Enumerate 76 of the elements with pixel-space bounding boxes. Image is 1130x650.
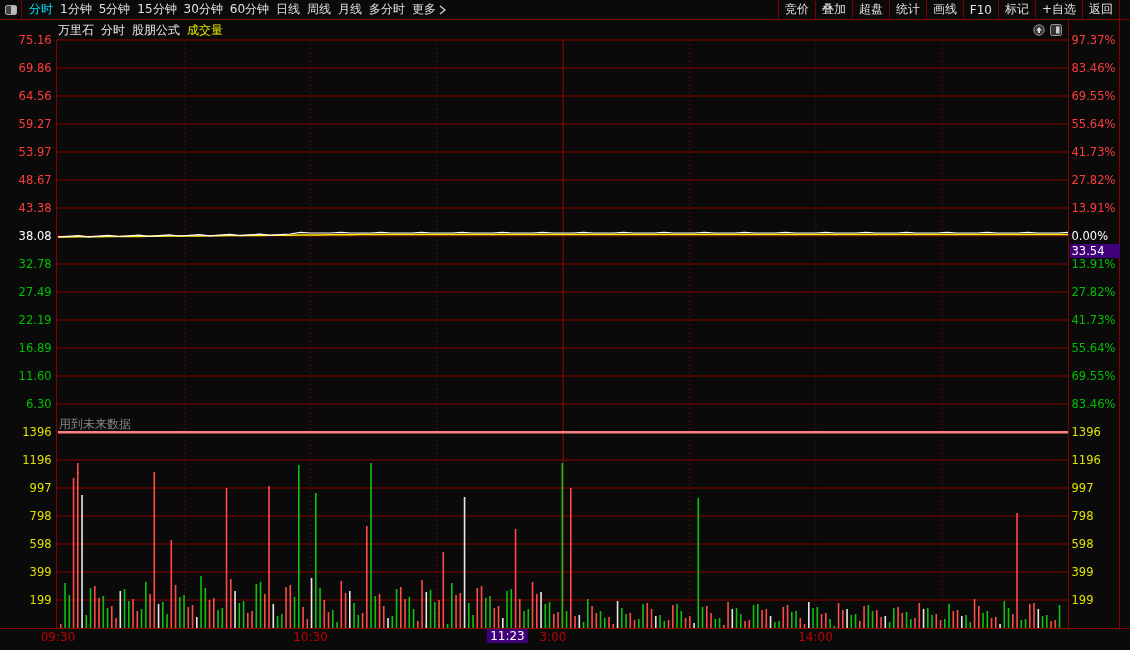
volume-axis-label: 1396: [1071, 425, 1102, 439]
percent-axis-label: 0.00%: [1071, 229, 1110, 243]
price-axis-label: 6.30: [25, 397, 52, 411]
percent-axis-label: 55.64%: [1071, 341, 1117, 355]
time-axis-label: 3:00: [539, 630, 567, 644]
price-axis-label: 32.78: [18, 257, 52, 271]
time-axis-label: 10:30: [293, 630, 328, 644]
price-axis-label: 16.89: [18, 341, 52, 355]
volume-axis-label: 199: [29, 593, 52, 607]
percent-axis-label: 69.55%: [1071, 89, 1117, 103]
toolbar-button[interactable]: 叠加: [814, 0, 852, 19]
period-tab[interactable]: 1分钟: [60, 1, 92, 18]
volume-axis-label: 1196: [1071, 453, 1102, 467]
volume-axis-label: 798: [29, 509, 52, 523]
time-axis-label: 09:30: [40, 630, 76, 644]
volume-axis-label: 997: [29, 481, 52, 495]
period-tab[interactable]: 60分钟: [229, 1, 270, 18]
percent-axis-label: 83.46%: [1071, 397, 1117, 411]
percent-axis-label: 55.64%: [1071, 117, 1117, 131]
volume-axis-label: 199: [1071, 593, 1095, 607]
toolbar-button[interactable]: +自选: [1034, 0, 1082, 19]
price-axis-label: 59.27: [18, 117, 52, 131]
cursor-time-label: 11:23: [487, 629, 528, 643]
volume-axis-label: 598: [29, 537, 52, 551]
price-axis-label: 69.86: [18, 61, 52, 75]
chart-label: 分时: [100, 22, 125, 39]
toolbar-button[interactable]: 标记: [997, 0, 1035, 19]
percent-axis-label: 83.46%: [1071, 61, 1117, 75]
period-tab[interactable]: 分时: [29, 1, 53, 18]
price-axis-label: 53.97: [18, 145, 52, 159]
percent-axis-label: 13.91%: [1071, 257, 1117, 271]
volume-axis-label: 1196: [22, 453, 52, 467]
panel-toggle-icon[interactable]: [1049, 24, 1062, 36]
price-axis-label: 43.38: [18, 201, 52, 215]
price-axis-label: 27.49: [18, 285, 52, 299]
price-axis-label: 48.67: [18, 173, 52, 187]
volume-axis-label: 1396: [22, 425, 52, 439]
toolbar-button[interactable]: 超盘: [851, 0, 889, 19]
price-axis-label: 75.16: [18, 33, 52, 47]
period-tab[interactable]: 月线: [338, 1, 363, 18]
percent-axis-label: 41.73%: [1071, 145, 1117, 159]
period-tab[interactable]: 30分钟: [183, 1, 223, 18]
period-tab[interactable]: 周线: [307, 1, 332, 18]
volume-axis-label: 798: [1071, 509, 1095, 523]
percent-axis-label: 27.82%: [1071, 173, 1117, 187]
chart-label: 股朋公式: [131, 22, 180, 39]
upload-icon[interactable]: [1032, 24, 1045, 36]
toolbar-button[interactable]: 竞价: [777, 0, 815, 19]
chevron-right-icon[interactable]: [439, 4, 447, 15]
percent-axis-label: 41.73%: [1071, 313, 1117, 327]
warning-text: 用到未来数据: [58, 416, 131, 433]
toolbar-button[interactable]: F10: [962, 0, 998, 19]
period-tab[interactable]: 15分钟: [137, 1, 177, 18]
percent-axis-label: 69.55%: [1071, 369, 1117, 383]
toolbar-button[interactable]: 画线: [925, 0, 963, 19]
percent-axis-label: 97.37%: [1071, 33, 1117, 47]
volume-axis-label: 399: [1071, 565, 1095, 579]
toolbar-button[interactable]: 统计: [888, 0, 926, 19]
period-tab[interactable]: 多分时: [369, 1, 406, 18]
price-axis-label: 22.19: [18, 313, 52, 327]
volume-axis-label: 997: [1071, 481, 1095, 495]
cursor-price-label: 33.54: [1069, 244, 1120, 258]
percent-axis-label: 13.91%: [1071, 201, 1117, 215]
volume-axis-label: 399: [29, 565, 52, 579]
percent-axis-label: 27.82%: [1071, 285, 1117, 299]
price-axis-label: 38.08: [18, 229, 52, 243]
indicator-name: 成交量: [186, 22, 223, 39]
time-axis-label: 14:00: [798, 630, 833, 644]
more-tab[interactable]: 更多: [412, 1, 437, 18]
volume-axis-label: 598: [1071, 537, 1095, 551]
stock-name: 万里石: [57, 22, 94, 39]
period-tab[interactable]: 5分钟: [98, 1, 131, 18]
toolbar-button[interactable]: 返回: [1082, 0, 1120, 19]
price-axis-label: 64.56: [18, 89, 52, 103]
period-tab[interactable]: 日线: [276, 1, 301, 18]
price-axis-label: 11.60: [18, 369, 52, 383]
